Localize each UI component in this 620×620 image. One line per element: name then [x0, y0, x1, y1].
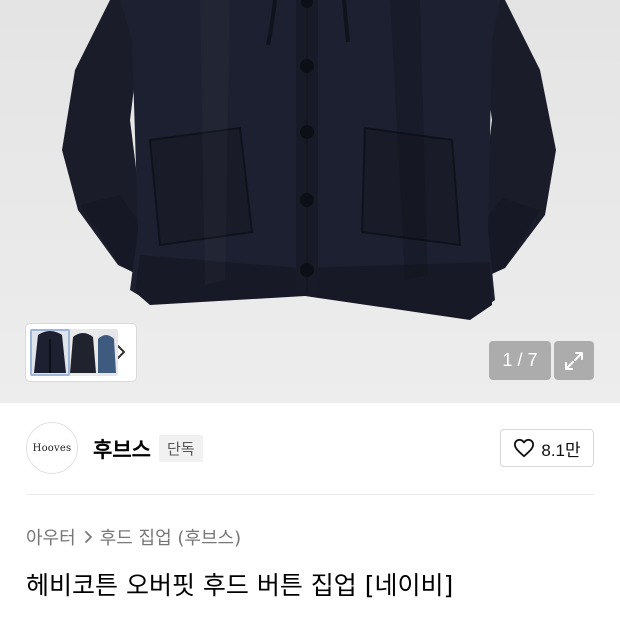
breadcrumb-subcategory[interactable]: 후드 집업 (후브스)	[100, 524, 241, 550]
brand-logo[interactable]: Hooves	[26, 422, 78, 474]
brand-name[interactable]: 후브스	[93, 434, 151, 464]
thumbnail-1[interactable]	[30, 329, 70, 376]
thumbnail-strip[interactable]	[26, 324, 136, 381]
divider	[26, 494, 594, 495]
like-count: 8.1만	[541, 440, 581, 460]
image-counter: 1 / 7	[489, 341, 551, 380]
like-button[interactable]: 8.1만	[500, 429, 594, 467]
chevron-right-icon	[84, 531, 92, 543]
heart-icon	[514, 438, 535, 458]
breadcrumb: 아우터 후드 집업 (후브스)	[26, 524, 241, 550]
exclusive-badge: 단독	[159, 435, 203, 462]
expand-button[interactable]	[554, 341, 594, 380]
brand-row: Hooves 후브스 단독 8.1만	[0, 403, 620, 495]
product-title: 헤비코튼 오버핏 후드 버튼 집업 [네이비]	[26, 571, 454, 600]
brand-logo-text: Hooves	[32, 442, 72, 454]
product-image[interactable]: 1 / 7	[0, 0, 620, 403]
breadcrumb-category[interactable]: 아우터	[26, 524, 76, 550]
expand-icon	[565, 351, 583, 370]
thumbnail-2[interactable]	[68, 329, 98, 376]
